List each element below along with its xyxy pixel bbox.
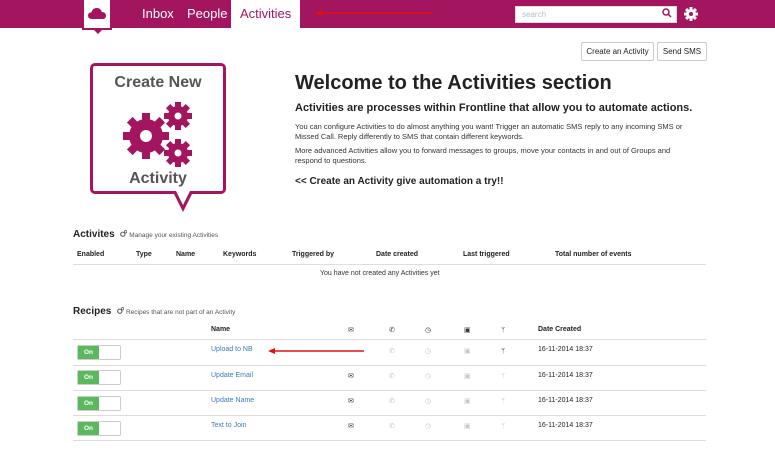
phone-icon: ✆ [389, 398, 395, 405]
recipe-name-link[interactable]: Upload to NB [211, 346, 253, 353]
recipe-toggle[interactable]: On [77, 345, 121, 360]
cutlery-icon: ᛘ [501, 423, 506, 430]
col-type[interactable]: Type [136, 251, 152, 258]
page-subtitle: Activities are processes within Frontlin… [295, 102, 693, 114]
gears-icon [123, 102, 192, 167]
card-title-line2: Activity [129, 170, 187, 187]
clock-icon: ◷ [425, 398, 432, 405]
empty-activities-message: You have not created any Activities yet [320, 270, 440, 277]
recipe-name-link[interactable]: Update Email [211, 372, 253, 379]
cutlery-icon: ᛘ [501, 348, 506, 355]
create-activity-card[interactable]: Create New Activity [90, 63, 226, 194]
envelope-icon: ✉ [348, 327, 354, 334]
col-triggered-by[interactable]: Triggered by [292, 251, 334, 258]
clock-icon: ◷ [425, 327, 432, 334]
clock-icon: ◷ [425, 348, 432, 355]
col-keywords[interactable]: Keywords [223, 251, 256, 258]
cloud-icon [88, 8, 106, 19]
search-placeholder: search [522, 10, 547, 19]
gears-small-icon [117, 307, 125, 314]
col-total-events[interactable]: Total number of events [555, 251, 632, 258]
phone-icon: ✆ [389, 423, 395, 430]
col-last-triggered[interactable]: Last triggered [463, 251, 510, 258]
recipes-title: Recipes [73, 306, 112, 317]
recipe-date: 16-11-2014 18:37 [538, 372, 593, 379]
envelope-icon: ✉ [348, 398, 354, 405]
cutlery-icon: ᛘ [501, 373, 506, 380]
phone-icon: ✆ [389, 327, 395, 334]
recipe-toggle[interactable]: On [77, 370, 121, 385]
annotation-arrow-row [268, 348, 364, 354]
recipe-toggle[interactable]: On [77, 421, 121, 436]
phone-icon: ✆ [389, 373, 395, 380]
recipe-date: 16-11-2014 18:37 [538, 346, 593, 353]
intro-paragraph: You can configure Activities to do almos… [295, 122, 683, 141]
activities-title: Activites [73, 229, 115, 240]
card-title-line1: Create New [114, 74, 202, 91]
search-icon[interactable] [662, 8, 672, 18]
cutlery-icon: ᛘ [501, 398, 506, 405]
divider [73, 415, 706, 416]
recipes-col-name[interactable]: Name [211, 326, 230, 333]
recipe-date: 16-11-2014 18:37 [538, 397, 593, 404]
col-date-created[interactable]: Date created [376, 251, 418, 258]
col-name[interactable]: Name [176, 251, 195, 258]
divider [73, 440, 706, 441]
annotation-arrow-top [315, 10, 433, 16]
recipes-section-title: Recipes Recipes that are not part of an … [73, 306, 235, 317]
create-activity-button[interactable]: Create an Activity [581, 42, 654, 61]
divider [73, 264, 706, 265]
recipe-toggle[interactable]: On [77, 396, 121, 411]
divider [73, 365, 706, 366]
recipes-col-date[interactable]: Date Created [538, 326, 581, 333]
search-input[interactable]: search [515, 6, 677, 23]
toggle-on-label: On [78, 397, 99, 410]
clock-icon: ◷ [425, 423, 432, 430]
logo-pointer [93, 29, 103, 34]
nav-people[interactable]: People [178, 0, 236, 28]
recipe-name-link[interactable]: Update Name [211, 397, 254, 404]
recipe-name-link[interactable]: Text to Join [211, 422, 246, 429]
divider [73, 339, 706, 340]
recipes-subtitle: Recipes that are not part of an Activity [125, 309, 236, 316]
col-enabled[interactable]: Enabled [77, 251, 104, 258]
calendar-icon: ▣ [464, 423, 471, 430]
activities-subtitle: Manage your existing Activities [129, 232, 219, 239]
card-pointer-inner [176, 191, 190, 205]
gears-small-icon [120, 230, 128, 237]
nav-inbox[interactable]: Inbox [133, 0, 183, 28]
nav-activities[interactable]: Activities [231, 0, 301, 28]
toggle-on-label: On [78, 346, 99, 359]
clock-icon: ◷ [425, 373, 432, 380]
toggle-on-label: On [78, 422, 99, 435]
calendar-icon: ▣ [464, 327, 471, 334]
envelope-icon: ✉ [348, 423, 354, 430]
recipe-date: 16-11-2014 18:37 [538, 422, 593, 429]
cta-text: << Create an Activity give automation a … [295, 176, 504, 187]
divider [73, 390, 706, 391]
gear-icon[interactable] [684, 7, 698, 21]
calendar-icon: ▣ [464, 348, 471, 355]
toggle-on-label: On [78, 371, 99, 384]
activities-section-title: Activites Manage your existing Activitie… [73, 229, 218, 240]
send-sms-button[interactable]: Send SMS [657, 42, 707, 61]
calendar-icon: ▣ [464, 373, 471, 380]
logo[interactable] [82, 0, 112, 30]
calendar-icon: ▣ [464, 398, 471, 405]
advanced-paragraph: More advanced Activities allow you to fo… [295, 146, 671, 165]
page-title: Welcome to the Activities section [295, 72, 612, 94]
envelope-icon: ✉ [348, 373, 354, 380]
cutlery-icon: ᛘ [501, 327, 506, 334]
phone-icon: ✆ [389, 348, 395, 355]
